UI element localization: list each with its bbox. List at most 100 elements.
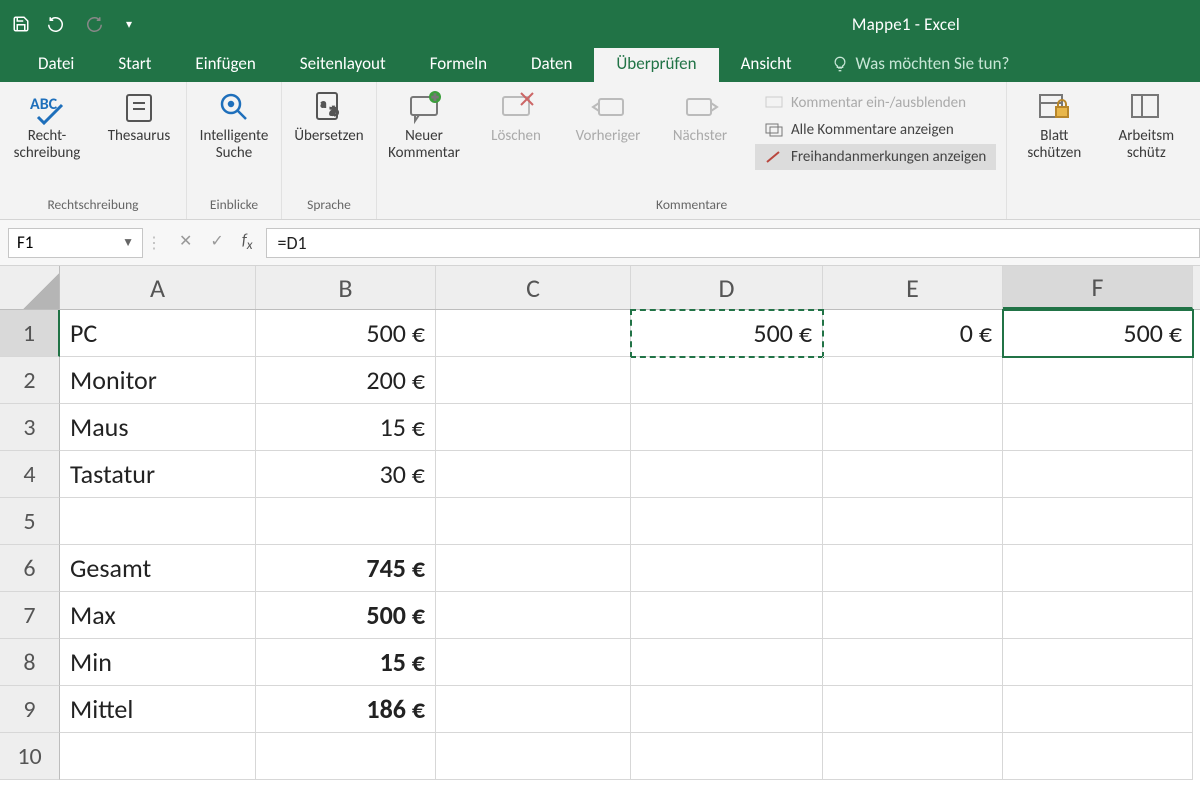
row-header-4[interactable]: 4 — [0, 451, 60, 498]
row-header-6[interactable]: 6 — [0, 545, 60, 592]
cell-B7[interactable]: 500 € — [256, 592, 436, 639]
show-ink-button[interactable]: Freihandanmerkungen anzeigen — [755, 144, 996, 170]
smart-lookup-button[interactable]: Intelligente Suche — [197, 88, 271, 192]
cell-C9[interactable] — [436, 686, 631, 733]
cell-A4[interactable]: Tastatur — [60, 451, 256, 498]
cell-F3[interactable] — [1003, 404, 1193, 451]
spellcheck-button[interactable]: ABC Recht- schreibung — [10, 88, 84, 192]
cancel-formula-icon[interactable]: ✕ — [179, 231, 192, 253]
col-header-E[interactable]: E — [823, 266, 1003, 309]
cell-F2[interactable] — [1003, 357, 1193, 404]
tab-ansicht[interactable]: Ansicht — [719, 47, 814, 82]
cell-C8[interactable] — [436, 639, 631, 686]
toggle-comment-button[interactable]: Kommentar ein-/ausblenden — [755, 90, 976, 116]
next-comment-button[interactable]: Nächster — [663, 88, 737, 192]
col-header-A[interactable]: A — [60, 266, 256, 309]
cell-D10[interactable] — [631, 733, 823, 780]
cell-D7[interactable] — [631, 592, 823, 639]
cell-B9[interactable]: 186 € — [256, 686, 436, 733]
undo-icon[interactable] — [48, 15, 66, 33]
redo-icon[interactable] — [84, 15, 102, 33]
cell-C7[interactable] — [436, 592, 631, 639]
cell-D8[interactable] — [631, 639, 823, 686]
cell-E5[interactable] — [823, 498, 1003, 545]
tab-einfuegen[interactable]: Einfügen — [173, 47, 277, 82]
cell-A3[interactable]: Maus — [60, 404, 256, 451]
cell-F10[interactable] — [1003, 733, 1193, 780]
tab-ueberpruefen[interactable]: Überprüfen — [594, 47, 718, 82]
col-header-F[interactable]: F — [1003, 266, 1193, 309]
cell-D2[interactable] — [631, 357, 823, 404]
cell-C3[interactable] — [436, 404, 631, 451]
cell-E3[interactable] — [823, 404, 1003, 451]
cell-C6[interactable] — [436, 545, 631, 592]
cell-F6[interactable] — [1003, 545, 1193, 592]
cell-E8[interactable] — [823, 639, 1003, 686]
cell-A5[interactable] — [60, 498, 256, 545]
row-header-1[interactable]: 1 — [0, 310, 60, 357]
cell-F4[interactable] — [1003, 451, 1193, 498]
tab-seitenlayout[interactable]: Seitenlayout — [278, 47, 408, 82]
translate-button[interactable]: aあ Übersetzen — [292, 88, 366, 192]
row-header-7[interactable]: 7 — [0, 592, 60, 639]
cell-E6[interactable] — [823, 545, 1003, 592]
fx-icon[interactable]: fx — [242, 231, 253, 253]
cell-E1[interactable]: 0 € — [823, 310, 1003, 357]
protect-workbook-button[interactable]: Arbeitsm schütz — [1109, 88, 1183, 192]
cell-C4[interactable] — [436, 451, 631, 498]
cell-E4[interactable] — [823, 451, 1003, 498]
cell-B8[interactable]: 15 € — [256, 639, 436, 686]
cell-F7[interactable] — [1003, 592, 1193, 639]
cell-F1[interactable]: 500 € — [1003, 310, 1193, 357]
cell-C5[interactable] — [436, 498, 631, 545]
cell-D9[interactable] — [631, 686, 823, 733]
cell-B6[interactable]: 745 € — [256, 545, 436, 592]
cell-F5[interactable] — [1003, 498, 1193, 545]
cell-D5[interactable] — [631, 498, 823, 545]
col-header-D[interactable]: D — [631, 266, 823, 309]
cell-E2[interactable] — [823, 357, 1003, 404]
new-comment-button[interactable]: + Neuer Kommentar — [387, 88, 461, 192]
tab-formeln[interactable]: Formeln — [408, 47, 509, 82]
cell-A2[interactable]: Monitor — [60, 357, 256, 404]
show-all-comments-button[interactable]: Alle Kommentare anzeigen — [755, 117, 964, 143]
cell-C10[interactable] — [436, 733, 631, 780]
cell-A6[interactable]: Gesamt — [60, 545, 256, 592]
row-header-9[interactable]: 9 — [0, 686, 60, 733]
row-header-3[interactable]: 3 — [0, 404, 60, 451]
cell-B1[interactable]: 500 € — [256, 310, 436, 357]
delete-comment-button[interactable]: Löschen — [479, 88, 553, 192]
prev-comment-button[interactable]: Vorheriger — [571, 88, 645, 192]
save-icon[interactable] — [12, 15, 30, 33]
worksheet-grid[interactable]: A B C D E F 1PC500 €500 €0 €500 €2Monito… — [0, 266, 1200, 780]
row-header-2[interactable]: 2 — [0, 357, 60, 404]
protect-sheet-button[interactable]: Blatt schützen — [1017, 88, 1091, 192]
cell-F8[interactable] — [1003, 639, 1193, 686]
cell-A10[interactable] — [60, 733, 256, 780]
cell-D3[interactable] — [631, 404, 823, 451]
tab-daten[interactable]: Daten — [509, 47, 594, 82]
cell-C1[interactable] — [436, 310, 631, 357]
cell-E10[interactable] — [823, 733, 1003, 780]
name-box[interactable]: F1 ▼ — [8, 228, 143, 258]
thesaurus-button[interactable]: Thesaurus — [102, 88, 176, 192]
namebox-dropdown-icon[interactable]: ▼ — [122, 235, 134, 250]
cell-F9[interactable] — [1003, 686, 1193, 733]
accept-formula-icon[interactable]: ✓ — [210, 231, 223, 253]
tab-start[interactable]: Start — [96, 47, 173, 82]
row-header-8[interactable]: 8 — [0, 639, 60, 686]
cell-A8[interactable]: Min — [60, 639, 256, 686]
cell-B4[interactable]: 30 € — [256, 451, 436, 498]
tab-datei[interactable]: Datei — [16, 47, 96, 82]
cell-E9[interactable] — [823, 686, 1003, 733]
cell-B3[interactable]: 15 € — [256, 404, 436, 451]
qat-customize-icon[interactable]: ▾ — [120, 15, 138, 33]
select-all-corner[interactable] — [0, 266, 60, 309]
col-header-B[interactable]: B — [256, 266, 436, 309]
cell-C2[interactable] — [436, 357, 631, 404]
cell-B10[interactable] — [256, 733, 436, 780]
cell-A1[interactable]: PC — [60, 310, 256, 357]
row-header-5[interactable]: 5 — [0, 498, 60, 545]
cell-D6[interactable] — [631, 545, 823, 592]
tell-me-box[interactable]: Was möchten Sie tun? — [814, 49, 1028, 82]
